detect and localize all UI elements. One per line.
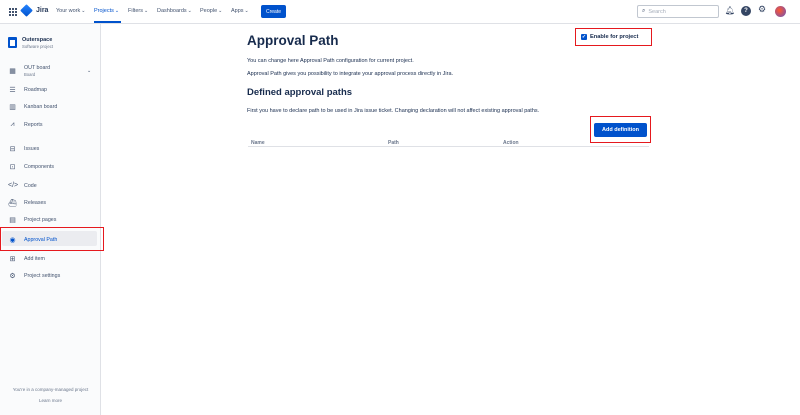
app-switcher-icon[interactable]	[9, 8, 17, 16]
learn-more-link[interactable]: Learn more	[0, 398, 101, 403]
section-title: Defined approval paths	[247, 87, 353, 98]
project-avatar-icon	[8, 37, 17, 48]
chevron-down-icon: ⌄	[81, 8, 86, 14]
sidebar-item-reports[interactable]: ⩘ Reports	[8, 121, 43, 129]
sidebar-item-add-item[interactable]: ⊞ Add item	[8, 255, 45, 263]
nav-projects[interactable]: Projects⌄	[94, 8, 119, 14]
intro-text-1: You can change here Approval Path config…	[247, 58, 414, 64]
highlight-box-enable	[575, 28, 652, 46]
chevron-down-icon: ⌄	[244, 8, 249, 14]
user-avatar[interactable]	[775, 6, 786, 17]
highlight-box-sidebar	[0, 227, 104, 251]
jira-logo-icon	[20, 4, 33, 17]
jira-logo[interactable]: Jira	[20, 4, 49, 17]
nav-your-work[interactable]: Your work⌄	[56, 8, 85, 14]
board-name: OUT board	[24, 65, 51, 71]
sidebar-item-components[interactable]: ⊡ Components	[8, 163, 54, 171]
intro-text-2: Approval Path gives you possibility to i…	[247, 71, 454, 77]
project-type: Software project	[22, 44, 54, 49]
sidebar-item-label: Roadmap	[24, 87, 47, 93]
sidebar-item-label: Project settings	[24, 273, 61, 279]
sidebar-item-label: Releases	[24, 200, 47, 206]
sidebar-board-selector[interactable]: ▦ OUT board Board	[8, 65, 50, 77]
sidebar-item-label: Project pages	[24, 217, 57, 223]
notifications-icon[interactable]: 🔔︎	[725, 5, 735, 15]
create-button[interactable]: Create	[261, 5, 286, 18]
sidebar-item-project-pages[interactable]: ▤ Project pages	[8, 216, 56, 224]
sidebar-footer-text: You're in a company-managed project	[12, 387, 89, 392]
issues-icon: ⊟	[9, 146, 16, 153]
chevron-down-icon: ⌄	[143, 8, 149, 14]
chevron-down-icon: ⌄	[218, 8, 223, 14]
nav-apps[interactable]: Apps⌄	[231, 8, 249, 14]
sidebar-item-roadmap[interactable]: ☰ Roadmap	[8, 86, 47, 94]
nav-dashboards[interactable]: Dashboards⌄	[157, 8, 192, 14]
sidebar-item-label: Issues	[24, 146, 40, 152]
page-title: Approval Path	[247, 33, 339, 48]
board-label-group: OUT board Board	[24, 65, 50, 77]
chevron-down-icon: ⌄	[187, 8, 192, 14]
help-icon[interactable]: ?	[741, 6, 751, 16]
table-header-divider	[248, 146, 649, 147]
project-name: Outerspace	[22, 37, 53, 43]
sidebar-item-label: Code	[24, 182, 37, 189]
ship-icon: ⛴	[8, 200, 17, 207]
sidebar-item-code[interactable]: </> Code	[8, 182, 37, 189]
components-icon: ⊡	[9, 164, 16, 171]
chevron-down-icon: ⌄	[114, 8, 120, 14]
sidebar-item-label: Components	[24, 164, 55, 170]
page-icon: ▤	[9, 217, 16, 224]
nav-people[interactable]: People⌄	[200, 8, 222, 14]
sidebar-item-project-settings[interactable]: ⚙ Project settings	[8, 272, 60, 280]
sidebar-item-label: Add item	[24, 256, 45, 262]
sidebar-item-releases[interactable]: ⛴ Releases	[8, 199, 46, 207]
roadmap-icon: ☰	[9, 87, 16, 94]
board-sub: Board	[24, 72, 36, 77]
sidebar-item-issues[interactable]: ⊟ Issues	[8, 145, 40, 153]
search-box[interactable]: ⌕	[637, 5, 719, 18]
gear-icon: ⚙	[9, 273, 16, 280]
top-navigation: Jira Your work⌄ Projects⌄ Filters⌄ Dashb…	[0, 0, 800, 24]
project-header[interactable]: Outerspace Software project	[8, 37, 53, 49]
add-icon: ⊞	[9, 256, 16, 263]
board-icon: ▦	[9, 68, 16, 75]
board-icon: ▥	[9, 104, 16, 111]
nav-filters[interactable]: Filters⌄	[128, 8, 148, 14]
settings-gear-icon[interactable]: ⚙	[757, 4, 767, 14]
chart-icon: ⩘	[10, 121, 15, 128]
code-icon: </>	[8, 182, 19, 189]
section-description: First you have to declare path to be use…	[247, 108, 540, 114]
sidebar-item-label: Kanban board	[24, 104, 58, 110]
search-icon: ⌕	[642, 8, 646, 14]
chevron-down-icon[interactable]: ⌄	[87, 68, 91, 74]
active-nav-indicator	[94, 21, 121, 23]
sidebar-item-label: Reports	[24, 122, 43, 128]
search-input[interactable]	[648, 8, 709, 15]
jira-logo-text: Jira	[36, 7, 49, 14]
highlight-box-add	[590, 116, 651, 143]
sidebar-item-kanban-board[interactable]: ▥ Kanban board	[8, 103, 57, 111]
